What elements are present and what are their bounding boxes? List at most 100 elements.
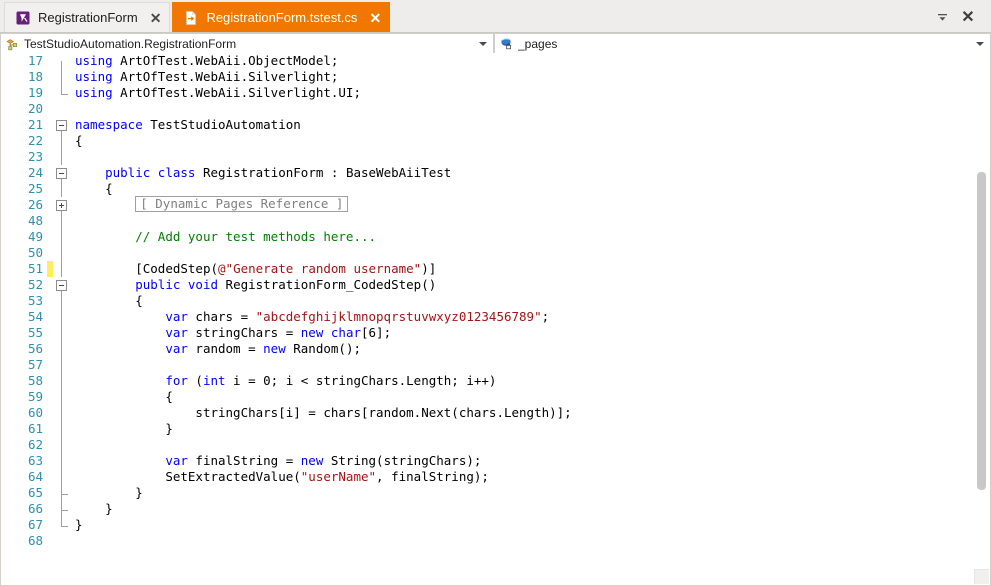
code-lines-container[interactable]: 17 using ArtOfTest.WebAii.ObjectModel; 18 u…	[1, 53, 990, 585]
collapse-region-icon[interactable]	[56, 168, 67, 179]
outlining-margin[interactable]	[53, 261, 71, 277]
code-editor-surface[interactable]: 17 using ArtOfTest.WebAii.ObjectModel; 18 u…	[0, 53, 991, 586]
outlining-margin[interactable]	[53, 277, 71, 293]
code-text[interactable]: using ArtOfTest.WebAii.Silverlight.UI;	[71, 85, 990, 101]
outlining-margin[interactable]	[53, 245, 71, 261]
code-line[interactable]: 53 {	[1, 293, 990, 309]
code-line[interactable]: 65 }	[1, 485, 990, 501]
code-text[interactable]: for (int i = 0; i < stringChars.Length; …	[71, 373, 990, 389]
outlining-margin[interactable]	[53, 293, 71, 309]
code-line[interactable]: 55 var stringChars = new char[6];	[1, 325, 990, 341]
code-line[interactable]: 52 public void RegistrationForm_CodedSte…	[1, 277, 990, 293]
code-text[interactable]: {	[71, 181, 990, 197]
code-line[interactable]: 48	[1, 213, 990, 229]
outlining-margin[interactable]	[53, 533, 71, 549]
code-line[interactable]: 24 public class RegistrationForm : BaseW…	[1, 165, 990, 181]
document-tab-1[interactable]: RegistrationForm ✕	[4, 2, 171, 32]
close-tab-button[interactable]: ✕	[369, 11, 381, 25]
code-text[interactable]: var chars = "abcdefghijklmnopqrstuvwxyz0…	[71, 309, 990, 325]
code-text[interactable]: {	[71, 293, 990, 309]
collapsed-region-placeholder[interactable]: [ Dynamic Pages Reference ]	[135, 196, 349, 212]
collapse-region-icon[interactable]	[56, 120, 67, 131]
member-dropdown[interactable]: _pages	[494, 33, 991, 54]
code-line[interactable]: 26 [ Dynamic Pages Reference ]	[1, 196, 990, 213]
code-line[interactable]: 60 stringChars[i] = chars[random.Next(ch…	[1, 405, 990, 421]
code-line[interactable]: 59 {	[1, 389, 990, 405]
code-line[interactable]: 18 using ArtOfTest.WebAii.Silverlight;	[1, 69, 990, 85]
code-line[interactable]: 64 SetExtractedValue("userName", finalSt…	[1, 469, 990, 485]
expand-region-icon[interactable]	[56, 200, 67, 211]
code-line[interactable]: 56 var random = new Random();	[1, 341, 990, 357]
code-line[interactable]: 57	[1, 357, 990, 373]
outlining-margin[interactable]	[53, 405, 71, 421]
outlining-margin[interactable]	[53, 181, 71, 197]
outlining-margin[interactable]	[53, 85, 71, 101]
outlining-margin[interactable]	[53, 133, 71, 149]
outlining-margin[interactable]	[53, 357, 71, 373]
outlining-margin[interactable]	[53, 501, 71, 517]
code-text[interactable]: }	[71, 517, 990, 533]
code-text[interactable]: var finalString = new String(stringChars…	[71, 453, 990, 469]
outlining-margin[interactable]	[53, 149, 71, 165]
vertical-scrollbar[interactable]	[974, 54, 989, 585]
code-text[interactable]: [CodedStep(@"Generate random username")]	[71, 261, 990, 277]
code-line[interactable]: 58 for (int i = 0; i < stringChars.Lengt…	[1, 373, 990, 389]
outlining-margin[interactable]	[53, 373, 71, 389]
active-files-dropdown-button[interactable]	[929, 4, 955, 30]
code-text[interactable]: }	[71, 421, 990, 437]
code-line[interactable]: 68	[1, 533, 990, 549]
outlining-margin[interactable]	[53, 421, 71, 437]
outlining-margin[interactable]	[53, 485, 71, 501]
outlining-margin[interactable]	[53, 213, 71, 229]
outlining-margin[interactable]	[53, 469, 71, 485]
outlining-margin[interactable]	[53, 101, 71, 117]
outlining-margin[interactable]	[53, 117, 71, 133]
code-text[interactable]: SetExtractedValue("userName", finalStrin…	[71, 469, 990, 485]
code-line[interactable]: 63 var finalString = new String(stringCh…	[1, 453, 990, 469]
code-text[interactable]: }	[71, 485, 990, 501]
outlining-margin[interactable]	[53, 325, 71, 341]
code-line[interactable]: 20	[1, 101, 990, 117]
outlining-margin[interactable]	[53, 69, 71, 85]
code-line[interactable]: 23	[1, 149, 990, 165]
type-dropdown[interactable]: TestStudioAutomation.RegistrationForm	[0, 33, 494, 54]
code-line[interactable]: 49 // Add your test methods here...	[1, 229, 990, 245]
outlining-margin[interactable]	[53, 197, 71, 213]
vertical-scrollbar-thumb[interactable]	[977, 172, 986, 490]
code-text[interactable]: stringChars[i] = chars[random.Next(chars…	[71, 405, 990, 421]
outlining-margin[interactable]	[53, 309, 71, 325]
code-line[interactable]: 62	[1, 437, 990, 453]
outlining-margin[interactable]	[53, 389, 71, 405]
code-text[interactable]: var stringChars = new char[6];	[71, 325, 990, 341]
code-line[interactable]: 50	[1, 245, 990, 261]
close-document-group-button[interactable]: ✕	[955, 4, 981, 30]
code-line[interactable]: 67}	[1, 517, 990, 533]
code-line[interactable]: 51 [CodedStep(@"Generate random username…	[1, 261, 990, 277]
code-line[interactable]: 54 var chars = "abcdefghijklmnopqrstuvwx…	[1, 309, 990, 325]
code-text[interactable]: public void RegistrationForm_CodedStep()	[71, 277, 990, 293]
outlining-margin[interactable]	[53, 453, 71, 469]
collapse-region-icon[interactable]	[56, 280, 67, 291]
outlining-margin[interactable]	[53, 229, 71, 245]
document-tab-2[interactable]: RegistrationForm.tstest.cs ✕	[172, 2, 391, 32]
close-tab-button[interactable]: ✕	[150, 11, 162, 25]
outlining-margin[interactable]	[53, 165, 71, 181]
code-line[interactable]: 66 }	[1, 501, 990, 517]
code-line[interactable]: 17 using ArtOfTest.WebAii.ObjectModel;	[1, 53, 990, 69]
code-line[interactable]: 19 using ArtOfTest.WebAii.Silverlight.UI;	[1, 85, 990, 101]
code-text[interactable]: }	[71, 501, 990, 517]
code-text[interactable]: // Add your test methods here...	[71, 229, 990, 245]
code-line[interactable]: 21 namespace TestStudioAutomation	[1, 117, 990, 133]
code-text[interactable]: {	[71, 133, 990, 149]
code-line[interactable]: 61 }	[1, 421, 990, 437]
code-text[interactable]: using ArtOfTest.WebAii.Silverlight;	[71, 69, 990, 85]
code-line[interactable]: 25 {	[1, 181, 990, 197]
outlining-margin[interactable]	[53, 517, 71, 533]
code-text[interactable]: [ Dynamic Pages Reference ]	[71, 196, 990, 213]
code-text[interactable]: using ArtOfTest.WebAii.ObjectModel;	[71, 53, 990, 69]
outlining-margin[interactable]	[53, 53, 71, 69]
outlining-margin[interactable]	[53, 437, 71, 453]
code-text[interactable]: {	[71, 389, 990, 405]
code-text[interactable]: namespace TestStudioAutomation	[71, 117, 990, 133]
code-text[interactable]: public class RegistrationForm : BaseWebA…	[71, 165, 990, 181]
